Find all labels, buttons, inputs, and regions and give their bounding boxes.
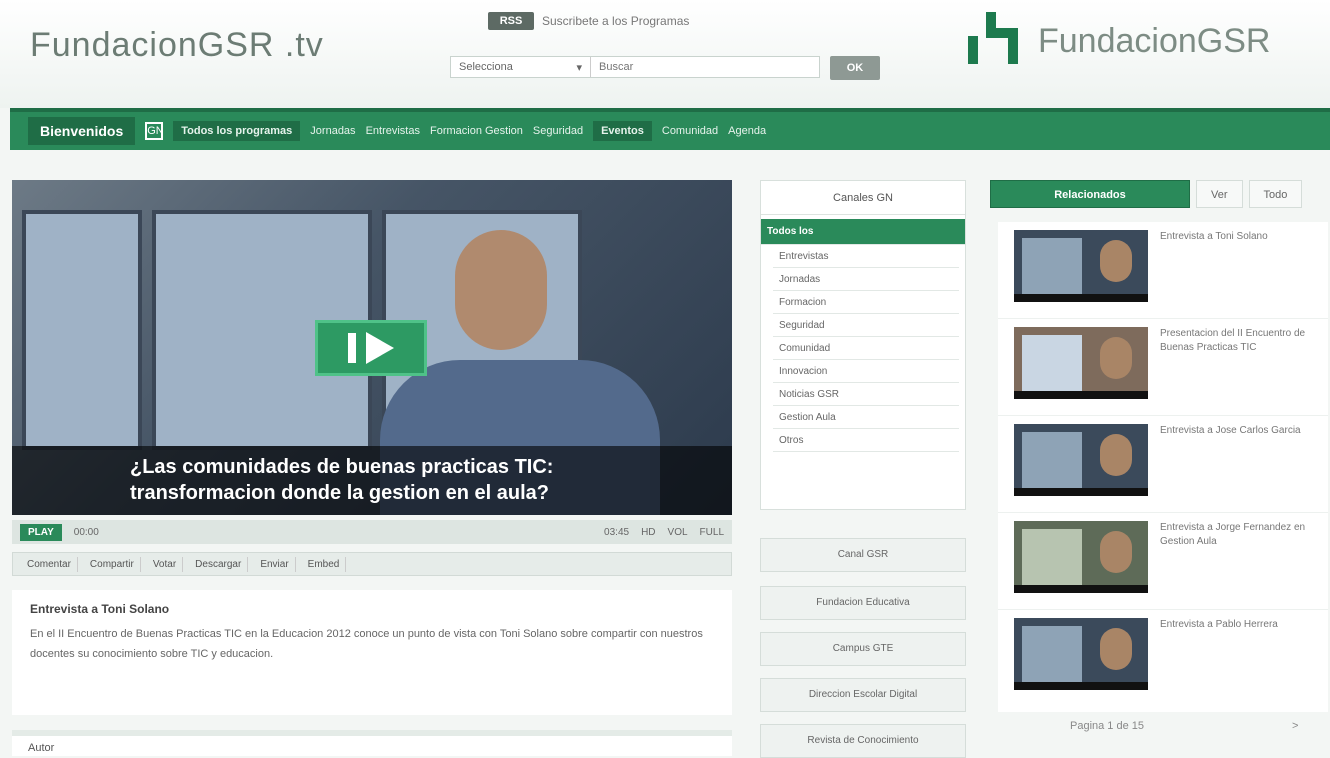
nav-item-eventos[interactable]: Eventos (593, 121, 652, 141)
header: FundacionGSR .tv RSS Suscribete a los Pr… (0, 0, 1330, 108)
nav-item-agenda[interactable]: Agenda (728, 125, 766, 137)
tab-view[interactable]: Ver (1196, 180, 1243, 208)
nav-item-entrevistas[interactable]: Entrevistas (366, 125, 420, 137)
toolbar-comment[interactable]: Comentar (21, 556, 78, 572)
side-link-campus[interactable]: Campus GTE (760, 632, 966, 666)
side-link-revista[interactable]: Revista de Conocimiento (760, 724, 966, 758)
search-select-label: Selecciona (459, 61, 513, 73)
video-thumbnail[interactable] (1014, 521, 1148, 593)
rss-subscribe[interactable]: RSS Suscribete a los Programas (488, 12, 689, 30)
description-title: Entrevista a Toni Solano (30, 602, 170, 616)
category-item[interactable]: Todos los (761, 219, 965, 245)
category-item[interactable]: Gestion Aula (773, 407, 959, 429)
category-item[interactable]: Otros (773, 430, 959, 452)
search-box: Selecciona ▾ (450, 56, 820, 78)
nav-item-seguridad[interactable]: Seguridad (533, 125, 583, 137)
pause-icon (348, 333, 356, 363)
list-item[interactable]: Presentacion del II Encuentro de Buenas … (998, 319, 1328, 416)
volume-button[interactable]: VOL (668, 527, 688, 538)
list-item[interactable]: Entrevista a Jose Carlos Garcia (998, 416, 1328, 513)
logo-text: FundacionGSR (1038, 21, 1271, 60)
rss-text: Suscribete a los Programas (542, 14, 690, 28)
category-item[interactable]: Seguridad (773, 315, 959, 337)
play-button[interactable] (315, 320, 427, 376)
video-caption: ¿Las comunidades de buenas practicas TIC… (12, 446, 732, 515)
toolbar-send[interactable]: Enviar (254, 556, 296, 572)
video-background (22, 210, 142, 450)
related-title[interactable]: Entrevista a Pablo Herrera (1160, 618, 1310, 699)
search-button[interactable]: OK (830, 56, 880, 80)
description-text: En el II Encuentro de Buenas Practicas T… (30, 628, 703, 660)
caption-line: transformacion donde la gestion en el au… (130, 482, 549, 504)
video-person (455, 230, 547, 350)
tab-all[interactable]: Todo (1248, 180, 1303, 208)
video-thumbnail[interactable] (1014, 327, 1148, 399)
categories-header: Canales GN (761, 181, 965, 215)
main-nav: Bienvenidos GN Todos los programas Jorna… (10, 108, 1330, 150)
search-input[interactable] (591, 57, 819, 77)
author-label: Autor (28, 742, 55, 754)
fullscreen-button[interactable]: FULL (700, 527, 724, 538)
category-item[interactable]: Entrevistas (773, 246, 959, 268)
logo-mark-icon (968, 12, 1026, 70)
category-item[interactable]: Jornadas (773, 269, 959, 291)
category-item[interactable]: Comunidad (773, 338, 959, 360)
category-item[interactable]: Formacion (773, 292, 959, 314)
control-play-button[interactable]: PLAY (20, 523, 62, 541)
categories-list: Todos los Entrevistas Jornadas Formacion… (761, 215, 965, 452)
related-tabs: Relacionados Ver Todo (990, 180, 1330, 208)
toolbar-vote[interactable]: Votar (147, 556, 184, 572)
nav-item-todos[interactable]: Todos los programas (173, 121, 301, 141)
nav-item-formacion[interactable]: Formacion Gestion (430, 125, 523, 137)
caption-line: ¿Las comunidades de buenas practicas TIC… (130, 456, 554, 478)
site-title[interactable]: FundacionGSR .tv (30, 26, 324, 65)
time-total: 03:45 (604, 526, 630, 538)
rss-icon: RSS (488, 12, 534, 30)
toolbar-share[interactable]: Compartir (84, 556, 141, 572)
related-title[interactable]: Entrevista a Jose Carlos Garcia (1160, 424, 1310, 504)
side-link-fundacion[interactable]: Fundacion Educativa (760, 586, 966, 620)
play-icon (366, 332, 394, 364)
list-item[interactable]: Entrevista a Pablo Herrera (998, 610, 1328, 707)
category-item[interactable]: Noticias GSR (773, 384, 959, 406)
channel-icon[interactable]: GN (145, 122, 164, 140)
side-link-canal[interactable]: Canal GSR (760, 538, 966, 572)
logo[interactable]: FundacionGSR (968, 12, 1270, 70)
list-item[interactable]: Entrevista a Jorge Fernandez en Gestion … (998, 513, 1328, 610)
list-item[interactable]: Entrevista a Toni Solano (998, 222, 1328, 319)
pagination-next[interactable]: > (1292, 720, 1298, 732)
toolbar-embed[interactable]: Embed (302, 556, 347, 572)
video-thumbnail[interactable] (1014, 424, 1148, 496)
tab-related[interactable]: Relacionados (990, 180, 1190, 208)
pagination-label: Pagina 1 de 15 (1070, 720, 1145, 732)
related-title[interactable]: Presentacion del II Encuentro de Buenas … (1160, 327, 1310, 407)
hd-button[interactable]: HD (641, 527, 655, 538)
search-category-select[interactable]: Selecciona ▾ (451, 57, 591, 77)
side-link-direccion[interactable]: Direccion Escolar Digital (760, 678, 966, 712)
time-current: 00:00 (73, 526, 99, 538)
video-description: Entrevista a Toni Solano En el II Encuen… (12, 590, 732, 715)
chevron-down-icon: ▾ (576, 61, 582, 74)
category-item[interactable]: Innovacion (773, 361, 959, 383)
author-section: Autor (12, 730, 732, 756)
categories-panel: Canales GN Todos los Entrevistas Jornada… (760, 180, 966, 510)
related-title[interactable]: Entrevista a Jorge Fernandez en Gestion … (1160, 521, 1310, 601)
nav-item-comunidad[interactable]: Comunidad (662, 125, 718, 137)
related-list: Entrevista a Toni Solano Presentacion de… (998, 222, 1328, 712)
related-title[interactable]: Entrevista a Toni Solano (1160, 230, 1310, 310)
video-toolbar: Comentar Compartir Votar Descargar Envia… (12, 552, 732, 576)
nav-item-jornadas[interactable]: Jornadas (310, 125, 355, 137)
toolbar-download[interactable]: Descargar (189, 556, 249, 572)
nav-home[interactable]: Bienvenidos (28, 117, 136, 145)
video-thumbnail[interactable] (1014, 618, 1148, 690)
video-thumbnail[interactable] (1014, 230, 1148, 302)
player-controls: PLAY 00:00 03:45 HD VOL FULL (12, 520, 732, 544)
